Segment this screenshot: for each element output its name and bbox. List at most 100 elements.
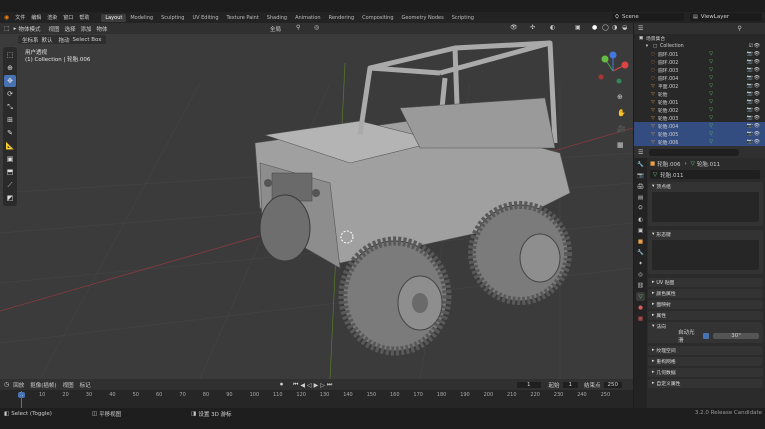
mesh-data-icon[interactable]: ▽ [709,51,713,57]
mesh-data-icon[interactable]: ▽ [709,99,713,105]
rotate-icon[interactable]: ⟳ [4,88,16,100]
tab-geometry-nodes[interactable]: Geometry Nodes [398,14,448,22]
navigation-gizmo[interactable] [595,51,631,91]
transform-icon[interactable]: ⊞ [4,114,16,126]
properties-search[interactable] [649,148,740,156]
camera-icon[interactable]: 📷 [747,139,753,145]
panel[interactable]: ▾ 顶点组 [648,182,763,226]
end-frame-field[interactable]: 250 [603,381,623,388]
camera-icon[interactable]: 📷 [747,91,753,97]
frame-ruler[interactable]: 1102030405060708090100110120130140150160… [0,391,633,399]
mesh-data-icon[interactable]: ▽ [709,67,713,73]
outliner-item[interactable]: ◌ 圆环.004 ▽ 📷 👁 [634,74,765,82]
menu-render[interactable]: 渲染 [47,14,57,21]
tab-texture-paint[interactable]: Texture Paint [223,14,263,22]
menu-window[interactable]: 窗口 [63,14,73,21]
perspective-grid-icon[interactable]: ▦ [617,141,624,149]
panel[interactable]: ▾ 形态键 [648,230,763,274]
start-frame-field[interactable]: 1 [562,381,579,388]
camera-icon[interactable]: 📷 [747,115,753,121]
tab-modeling[interactable]: Modeling [126,14,157,22]
jump-end-icon[interactable]: ⏭ [327,381,332,389]
scale-icon[interactable]: ⤡ [4,101,16,113]
camera-icon[interactable]: 📷 [747,59,753,65]
panel[interactable]: ▸ 重构网格 [648,357,763,366]
tab-compositing[interactable]: Compositing [358,14,397,22]
panel-header[interactable]: ▾ 形态键 [648,230,763,239]
blender-logo-icon[interactable]: ◉ [4,14,9,21]
panel[interactable]: ▸ UV 贴图 [648,278,763,287]
camera-icon[interactable]: 📷 [747,51,753,57]
eye-icon[interactable]: 👁 [754,83,760,89]
panel-header[interactable]: ▾ 法向 [648,322,763,331]
collection-row[interactable]: ▾ ▢ Collection ☑ 👁 [634,42,765,50]
mesh-data-icon[interactable]: ▽ [709,59,713,65]
panel[interactable]: ▸ 属性 [648,311,763,320]
physics-tab-icon[interactable]: ◎ [636,270,645,279]
camera-icon[interactable]: 📷 [747,131,753,137]
measure-icon[interactable]: 📐 [4,140,16,152]
jump-start-icon[interactable]: ⏮ [293,381,298,389]
autosmooth-checkbox[interactable] [703,332,710,339]
zoom-icon[interactable]: ⊕ [617,93,623,101]
outliner-item[interactable]: ▽ 轮胎.006 ▽ 📷 👁 [634,138,765,146]
menu-help[interactable]: 帮助 [79,14,89,21]
list-box[interactable] [652,192,759,222]
outliner-item[interactable]: ▽ 平面.002 ▽ 📷 👁 [634,82,765,90]
mesh-data-selector[interactable]: ▽ 轮胎.011 [650,170,760,179]
tab-scripting[interactable]: Scripting [448,14,478,22]
mesh-data-icon[interactable]: ▽ [709,139,713,145]
prev-key-icon[interactable]: ◀ [300,382,305,389]
play-icon[interactable]: ▶ [314,382,319,389]
eye-icon[interactable]: 👁 [754,67,760,73]
timeline-editor-icon[interactable]: ◷ [4,381,9,388]
add-cube-icon[interactable]: ▣ [4,153,16,165]
outliner-item[interactable]: ◌ 圆环.003 ▽ 📷 👁 [634,66,765,74]
view-layer-selector[interactable]: ▤ ViewLayer [690,13,762,21]
extrude-icon[interactable]: ⬒ [4,166,16,178]
eye-icon[interactable]: 👁 [754,99,760,105]
collection-tab-icon[interactable]: ▣ [636,226,645,235]
mesh-data-icon[interactable]: ▽ [709,107,713,113]
outliner-filter-icon[interactable]: ⚲ [737,25,741,32]
panel-header[interactable]: ▸ 自定义属性 [648,379,763,388]
autosmooth-angle-field[interactable]: 30° [713,332,759,339]
expand-arrow-icon[interactable]: ▾ [644,44,650,49]
annotate-icon[interactable]: ✎ [4,127,16,139]
pan-hand-icon[interactable]: ✋ [617,109,626,117]
tab-sculpting[interactable]: Sculpting [157,14,188,22]
panel-header[interactable]: ▸ 颜色属性 [648,289,763,298]
texture-tab-icon[interactable]: ▦ [636,314,645,323]
object-tab-icon[interactable]: ■ [636,237,645,246]
scene-tab-icon[interactable]: ⛭ [636,204,645,213]
scene-selector[interactable]: ⛭ Scene [612,13,684,21]
panel[interactable]: ▸ 自定义属性 [648,379,763,388]
panel[interactable]: ▾ 法向 自动光滑 30° [648,322,763,344]
outliner-item[interactable]: ▽ 轮胎.001 ▽ 📷 👁 [634,98,765,106]
eye-icon[interactable]: 👁 [754,139,760,145]
eye-icon[interactable]: 👁 [754,123,760,129]
move-icon[interactable]: ✥ [4,75,16,87]
select-box-icon[interactable]: ⬚ [4,49,16,61]
eye-icon[interactable]: 👁 [754,59,760,65]
mesh-data-icon[interactable]: ▽ [709,91,713,97]
menu-keying[interactable]: 抠像(插帧) [30,381,56,389]
tab-shading[interactable]: Shading [263,14,291,22]
panel-header[interactable]: ▸ 属性 [648,311,763,320]
outliner-item[interactable]: ◌ 圆环.001 ▽ 📷 👁 [634,50,765,58]
camera-icon[interactable]: 📷 [747,75,753,81]
panel-header[interactable]: ▸ 面映射 [648,300,763,309]
eye-icon[interactable]: 👁 [754,131,760,137]
eye-icon[interactable]: 👁 [754,75,760,81]
knife-icon[interactable]: ⟋ [4,179,16,191]
panel[interactable]: ▸ 颜色属性 [648,289,763,298]
mesh-data-icon[interactable]: ▽ [709,75,713,81]
eye-icon[interactable]: 👁 [754,43,760,49]
constraints-tab-icon[interactable]: ⛓ [636,281,645,290]
camera-icon[interactable]: 📷 [747,67,753,73]
menu-edit[interactable]: 编辑 [31,14,41,21]
scene-render[interactable] [0,23,633,379]
camera-icon[interactable]: 📷 [747,83,753,89]
panel-header[interactable]: ▾ 顶点组 [648,182,763,191]
tab-uv-editing[interactable]: UV Editing [188,14,222,22]
